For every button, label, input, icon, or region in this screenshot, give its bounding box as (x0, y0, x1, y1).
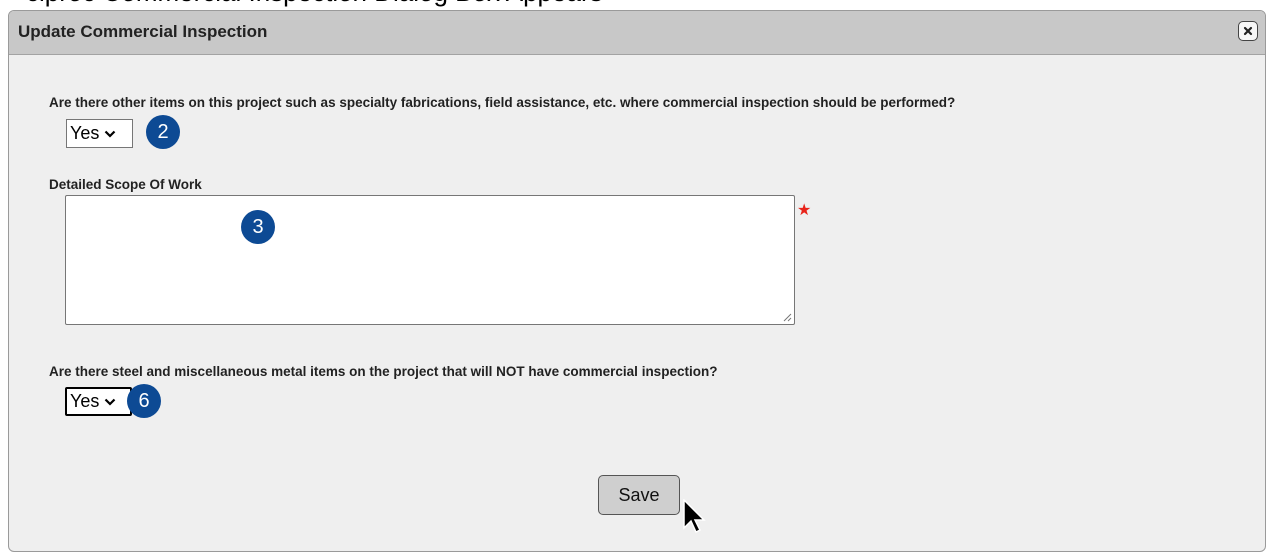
other-items-select-value: Yes (70, 123, 100, 143)
steel-items-select-value: Yes (70, 391, 100, 411)
other-items-select[interactable]: Yes (66, 119, 133, 148)
steel-items-select[interactable]: Yes (65, 387, 132, 416)
scope-of-work-label: Detailed Scope Of Work (49, 177, 202, 192)
background-caption-text: ciproc Commercial Inspection Dialog Box … (26, 0, 603, 8)
chevron-down-icon (104, 398, 116, 406)
dialog-titlebar: Update Commercial Inspection (9, 11, 1265, 55)
question-steel-items-label: Are there steel and miscellaneous metal … (49, 364, 718, 379)
step-badge-2: 2 (146, 115, 180, 149)
resize-grip-icon[interactable] (783, 313, 792, 322)
background-caption: ciproc Commercial Inspection Dialog Box … (0, 0, 1270, 10)
close-button[interactable] (1238, 21, 1258, 41)
save-button[interactable]: Save (598, 475, 680, 515)
step-badge-6: 6 (127, 384, 161, 418)
dialog-title: Update Commercial Inspection (18, 22, 268, 41)
close-icon (1243, 26, 1253, 36)
scope-of-work-textarea[interactable] (65, 195, 795, 325)
required-star-icon: ★ (797, 202, 812, 219)
mouse-pointer-icon (683, 499, 706, 534)
question-other-items-label: Are there other items on this project su… (49, 95, 956, 110)
step-badge-3: 3 (241, 210, 275, 244)
update-commercial-inspection-dialog: Update Commercial Inspection Are there o… (8, 10, 1266, 552)
chevron-down-icon (104, 130, 116, 138)
